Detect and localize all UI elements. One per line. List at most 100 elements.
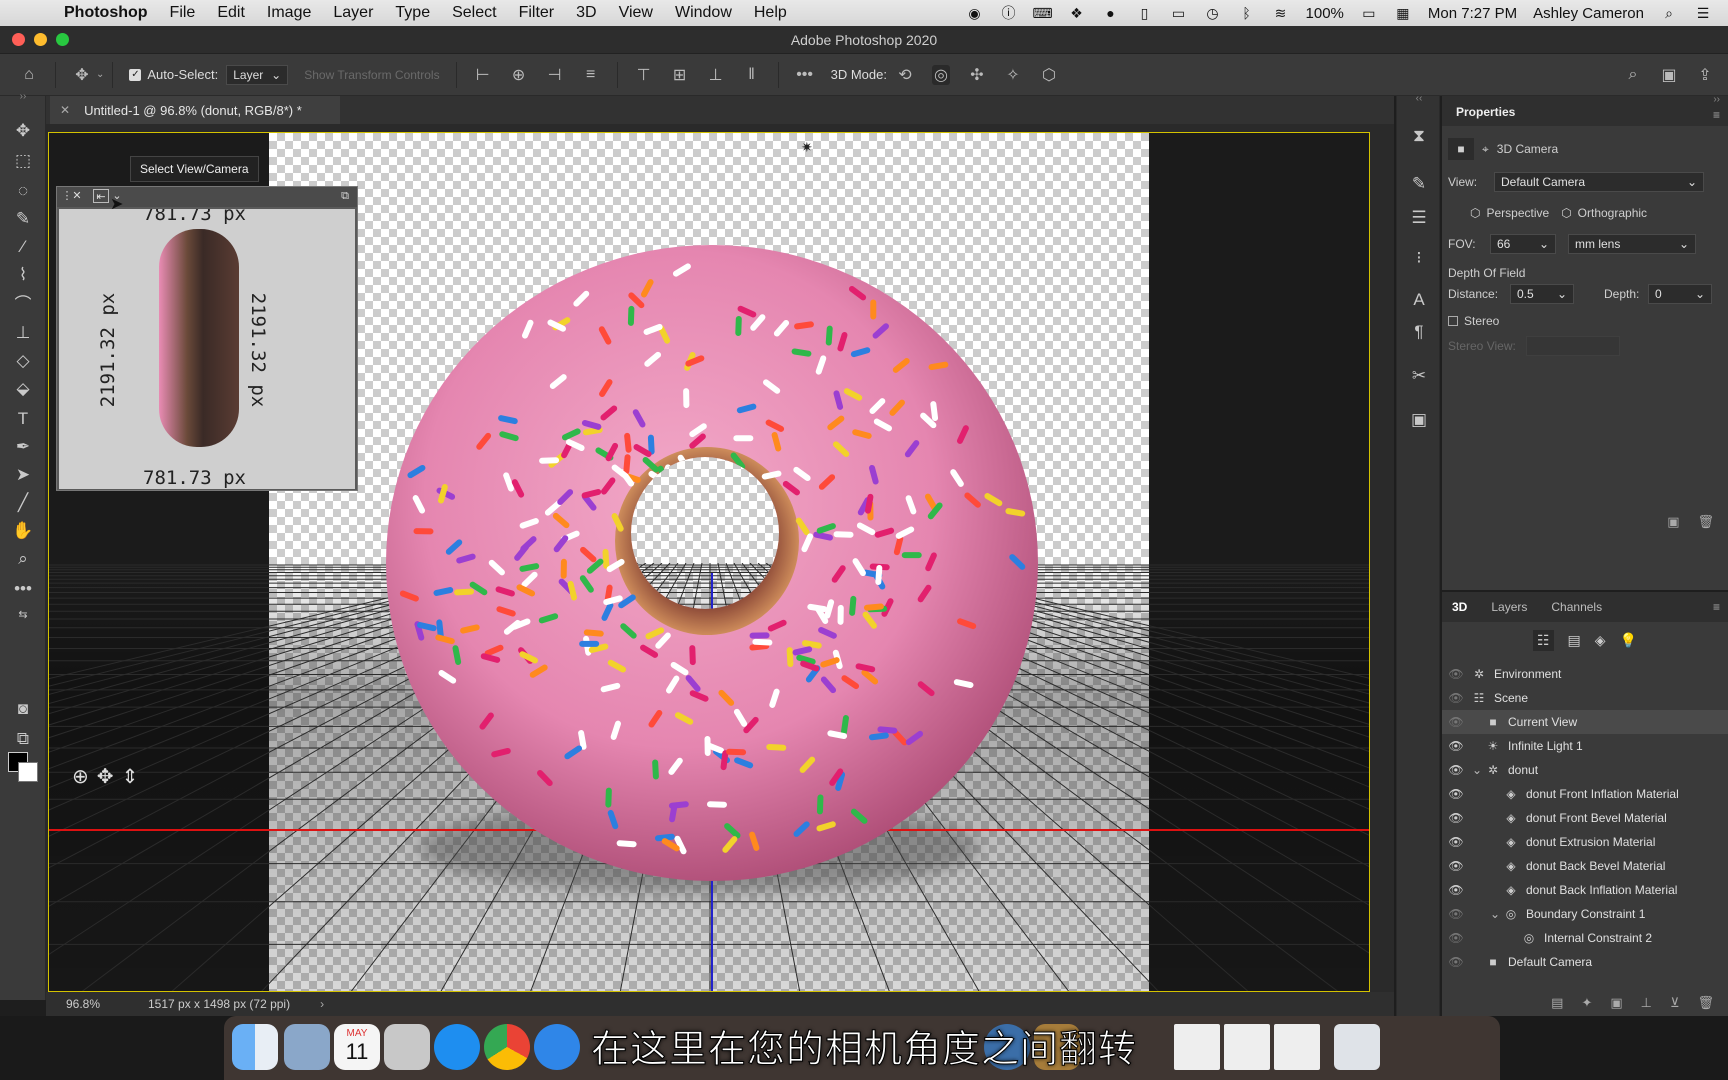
pan-camera-icon[interactable]: ✥ (97, 764, 114, 789)
render-icon[interactable]: ▣ (1610, 995, 1622, 1011)
select-view-camera-icon[interactable]: ⇤ (93, 189, 109, 203)
drag-3d-icon[interactable]: ✣ (968, 65, 986, 85)
roll-3d-icon[interactable]: ◎ (931, 64, 950, 85)
battery-icon[interactable]: ▭ (1360, 5, 1378, 21)
menu-window[interactable]: Window (675, 4, 732, 22)
light-source-icon[interactable]: ✷ (801, 139, 813, 156)
visibility-eye-icon[interactable]: 👁 (1448, 907, 1464, 921)
line-tool-icon[interactable]: ╱ (9, 490, 37, 516)
secondary-view-titlebar[interactable]: ⋮ ✕ ⇤ ⌄ ⧉ (57, 187, 357, 207)
tree-row-current-view[interactable]: 👁 ■ Current View (1442, 710, 1728, 734)
donut-3d-object[interactable] (385, 243, 1039, 883)
menu-filter[interactable]: Filter (519, 4, 555, 22)
record-icon[interactable]: ◉ (966, 5, 984, 21)
visibility-eye-icon[interactable]: 👁 (1448, 691, 1464, 705)
meshes-filter-icon[interactable]: ▤ (1568, 632, 1581, 649)
history-icon[interactable]: ⧗ (1407, 124, 1431, 148)
swap-view-icon[interactable]: ⧉ (337, 189, 353, 203)
slide-3d-icon[interactable]: ✧ (1004, 65, 1022, 85)
align-bottom-icon[interactable]: ⊥ (707, 65, 725, 85)
adjustments-icon[interactable]: ☰ (1407, 206, 1431, 230)
tree-row-boundary-constraint[interactable]: 👁 ⌄ ◎ Boundary Constraint 1 (1442, 902, 1728, 926)
tree-row-scene[interactable]: 👁 ☷ Scene (1442, 686, 1728, 710)
wifi-icon[interactable]: ≋ (1272, 5, 1290, 21)
distribute-vertical-icon[interactable]: ‖ (743, 66, 761, 84)
auto-select-checkbox[interactable]: ✓ (129, 68, 142, 81)
scale-3d-icon[interactable]: ⬡ (1040, 65, 1058, 85)
stamp-tool-icon[interactable]: ⊥ (9, 320, 37, 346)
lights-filter-icon[interactable]: 💡 (1620, 632, 1637, 649)
mesh-icon[interactable]: ▤ (1551, 995, 1563, 1011)
tool-presets-icon[interactable]: ✂ (1407, 364, 1431, 388)
move-tool-icon[interactable]: ✥ (73, 65, 91, 85)
menu-edit[interactable]: Edit (217, 4, 245, 22)
clock[interactable]: Mon 7:27 PM (1428, 5, 1517, 22)
close-icon[interactable]: ✕ (69, 189, 85, 203)
perspective-option[interactable]: Perspective (1486, 206, 1549, 220)
delete-icon[interactable]: 🗑 (1697, 514, 1714, 530)
chevron-down-icon[interactable]: ⌄ (96, 69, 104, 80)
visibility-eye-icon[interactable]: 👁 (1448, 667, 1464, 681)
info-icon[interactable]: ⓘ (1000, 5, 1018, 21)
collapse-toolbar-icon[interactable]: ›› (9, 90, 37, 104)
align-center-icon[interactable]: ⊕ (510, 65, 528, 85)
paths-icon[interactable]: ⁝ (1407, 246, 1431, 270)
tree-row-internal-constraint[interactable]: 👁 ◎ Internal Constraint 2 (1442, 926, 1728, 950)
visibility-eye-icon[interactable]: 👁 (1448, 715, 1464, 729)
more-options-icon[interactable]: ••• (796, 66, 814, 84)
calendar-menu-icon[interactable]: ▦ (1394, 5, 1412, 21)
character-icon[interactable]: A (1407, 288, 1431, 312)
menu-3d[interactable]: 3D (576, 4, 596, 22)
zoom-tool-icon[interactable]: ⌕ (9, 546, 37, 572)
visibility-eye-icon[interactable]: 👁 (1448, 883, 1464, 897)
globe-orbit-icon[interactable]: ⊕ (72, 764, 89, 789)
menu-app-name[interactable]: Photoshop (64, 4, 148, 22)
view-dropdown[interactable]: Default Camera ⌄ (1494, 172, 1704, 192)
tree-row-donut[interactable]: 👁 ⌄ ✲ donut (1442, 758, 1728, 782)
visibility-eye-icon[interactable]: 👁 (1448, 739, 1464, 753)
paint-bucket-tool-icon[interactable]: ⬙ (9, 376, 37, 402)
menu-select[interactable]: Select (452, 4, 496, 22)
tree-row-front-bevel-material[interactable]: 👁 ◈ donut Front Bevel Material (1442, 806, 1728, 830)
visibility-eye-icon[interactable]: 👁 (1448, 859, 1464, 873)
workspace-icon[interactable]: ▣ (1660, 65, 1678, 85)
visibility-eye-icon[interactable]: 👁 (1448, 763, 1464, 777)
constraint-icon[interactable]: ⊻ (1670, 995, 1680, 1011)
chevron-down-icon[interactable]: ⌄ (1472, 763, 1486, 777)
orthographic-option[interactable]: Orthographic (1578, 206, 1647, 220)
edit-toolbar-icon[interactable]: ••• (9, 576, 37, 602)
lasso-tool-icon[interactable]: ◌ (9, 178, 37, 204)
pen-tool-icon[interactable]: ✒ (9, 434, 37, 460)
airplay-icon[interactable]: ▭ (1170, 5, 1188, 21)
menu-view[interactable]: View (619, 4, 653, 22)
move-tool-icon[interactable]: ✥ (9, 118, 37, 144)
brush-tool-icon[interactable]: ⌒ (9, 292, 37, 318)
screen-mode-icon[interactable]: ⧉ (9, 726, 37, 752)
tab-properties[interactable]: Properties (1452, 98, 1519, 126)
visibility-eye-icon[interactable]: 👁 (1448, 955, 1464, 969)
close-icon[interactable]: ✕ (60, 103, 70, 117)
orbit-3d-icon[interactable]: ⟲ (896, 65, 914, 85)
status-chevron-right-icon[interactable]: › (320, 997, 324, 1011)
stereo-checkbox[interactable] (1448, 316, 1458, 326)
visibility-eye-icon[interactable]: 👁 (1448, 931, 1464, 945)
tree-row-environment[interactable]: 👁 ✲ Environment (1442, 662, 1728, 686)
render-icon[interactable]: ▣ (1667, 514, 1679, 530)
depth-field[interactable]: 0 ⌄ (1648, 284, 1712, 304)
tab-channels[interactable]: Channels (1551, 600, 1602, 614)
distribute-icon[interactable]: ≡ (582, 66, 600, 84)
delete-icon[interactable]: 🗑 (1697, 995, 1714, 1011)
eyedropper-tool-icon[interactable]: ⁄ (9, 234, 37, 260)
menu-file[interactable]: File (170, 4, 196, 22)
document-tab[interactable]: ✕ Untitled-1 @ 96.8% (donut, RGB/8*) * (50, 96, 340, 124)
secondary-view-window[interactable]: ⋮ ✕ ⇤ ⌄ ⧉ 781.73 px 781.73 px 2191.32 px… (56, 186, 358, 491)
time-machine-icon[interactable]: ◷ (1204, 5, 1222, 21)
camera-icon[interactable]: ■ (1448, 138, 1474, 160)
auto-select-dropdown[interactable]: Layer ⌄ (226, 64, 289, 85)
paragraph-icon[interactable]: ¶ (1407, 320, 1431, 344)
fov-field[interactable]: 66 ⌄ (1490, 234, 1556, 254)
path-select-tool-icon[interactable]: ➤ (9, 462, 37, 488)
visibility-eye-icon[interactable]: 👁 (1448, 835, 1464, 849)
show-transform-controls-label[interactable]: Show Transform Controls (304, 68, 439, 82)
tree-row-back-inflation-material[interactable]: 👁 ◈ donut Back Inflation Material (1442, 878, 1728, 902)
